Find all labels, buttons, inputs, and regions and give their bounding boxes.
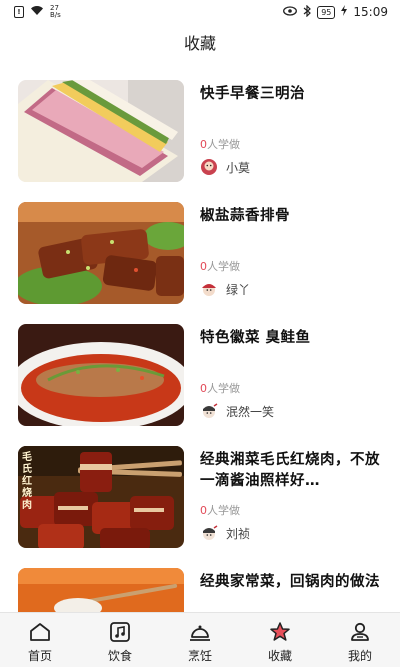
- author[interactable]: 刘祯: [200, 524, 250, 542]
- learn-count-label: 人学做: [207, 382, 240, 395]
- home-icon: [30, 623, 50, 641]
- list-item[interactable]: 毛氏红烧肉 经典湘菜毛氏红烧肉，不放一滴酱油照样好… 0人学做 刘祯: [0, 432, 400, 554]
- star-icon: [270, 622, 290, 641]
- tab-label: 我的: [347, 649, 372, 663]
- sim-icon: !: [14, 6, 24, 18]
- list-item[interactable]: 椒盐蒜香排骨 0人学做 绿丫: [0, 188, 400, 310]
- author-name: 刘祯: [226, 526, 251, 541]
- recipe-title[interactable]: 快手早餐三明治: [200, 84, 386, 105]
- tab-label: 收藏: [267, 649, 292, 663]
- tab-home[interactable]: 首页: [0, 613, 80, 667]
- favorites-list[interactable]: 快手早餐三明治 0人学做 小莫 椒盐蒜香排骨 0人学做 绿丫 特色徽菜 臭鲑鱼 …: [0, 66, 400, 612]
- recipe-thumbnail[interactable]: [18, 568, 184, 612]
- recipe-thumbnail[interactable]: [18, 80, 184, 182]
- learn-count-label: 人学做: [207, 260, 240, 273]
- learn-count-number: 0: [200, 382, 207, 395]
- eye-icon: [283, 5, 298, 19]
- tab-label: 首页: [27, 649, 52, 663]
- recipe-thumbnail[interactable]: [18, 202, 184, 304]
- author-name: 泯然一笑: [226, 404, 275, 419]
- learn-count: 0人学做: [200, 136, 240, 152]
- battery-level: 95: [317, 5, 336, 19]
- header: 收藏: [0, 24, 400, 60]
- tab-profile[interactable]: 我的: [320, 613, 400, 667]
- learn-count: 0人学做: [200, 258, 240, 274]
- image-caption: 毛氏红烧肉: [22, 452, 32, 511]
- author-name: 绿丫: [226, 282, 251, 297]
- net-speed-unit: B/s: [50, 11, 61, 19]
- recipe-title[interactable]: 椒盐蒜香排骨: [200, 206, 386, 227]
- tab-favorites[interactable]: 收藏: [240, 613, 320, 667]
- tab-diet[interactable]: 饮食: [80, 613, 160, 667]
- recipe-title[interactable]: 经典家常菜，回锅肉的做法: [200, 572, 386, 593]
- list-item[interactable]: 快手早餐三明治 0人学做 小莫: [0, 66, 400, 188]
- learn-count: 0人学做: [200, 502, 240, 518]
- page-title: 收藏: [183, 34, 216, 53]
- bluetooth-icon: [303, 4, 312, 20]
- cloche-icon: [190, 625, 210, 641]
- list-item[interactable]: 经典家常菜，回锅肉的做法: [0, 554, 400, 612]
- tab-label: 烹饪: [187, 649, 212, 663]
- tab-label: 饮食: [107, 649, 132, 663]
- recipe-title[interactable]: 经典湘菜毛氏红烧肉，不放一滴酱油照样好…: [200, 450, 386, 492]
- author[interactable]: 绿丫: [200, 280, 250, 298]
- avatar: [201, 159, 217, 175]
- learn-count-label: 人学做: [207, 504, 240, 517]
- recipe-thumbnail[interactable]: [18, 324, 184, 426]
- learn-count-number: 0: [200, 504, 207, 517]
- wifi-icon: [30, 5, 44, 19]
- avatar: [202, 284, 216, 296]
- status-bar: ! 27 B/s 95 15:09: [0, 0, 400, 24]
- avatar: [203, 403, 218, 418]
- author[interactable]: 小莫: [200, 158, 250, 176]
- recipe-title[interactable]: 特色徽菜 臭鲑鱼: [200, 328, 386, 349]
- learn-count-label: 人学做: [207, 138, 240, 151]
- author[interactable]: 泯然一笑: [200, 402, 274, 420]
- list-item[interactable]: 特色徽菜 臭鲑鱼 0人学做 泯然一笑: [0, 310, 400, 432]
- music-note-icon: [110, 622, 130, 642]
- learn-count-number: 0: [200, 138, 207, 151]
- tab-bar: 首页 饮食 烹饪 收藏 我的: [0, 612, 400, 667]
- avatar: [203, 525, 218, 540]
- recipe-thumbnail[interactable]: 毛氏红烧肉: [18, 446, 184, 548]
- learn-count: 0人学做: [200, 380, 240, 396]
- net-speed: 27 B/s: [50, 5, 61, 19]
- learn-count-number: 0: [200, 260, 207, 273]
- user-icon: [351, 622, 369, 641]
- author-name: 小莫: [226, 160, 251, 175]
- charging-icon: [341, 5, 348, 19]
- clock: 15:09: [353, 5, 388, 19]
- tab-cooking[interactable]: 烹饪: [160, 613, 240, 667]
